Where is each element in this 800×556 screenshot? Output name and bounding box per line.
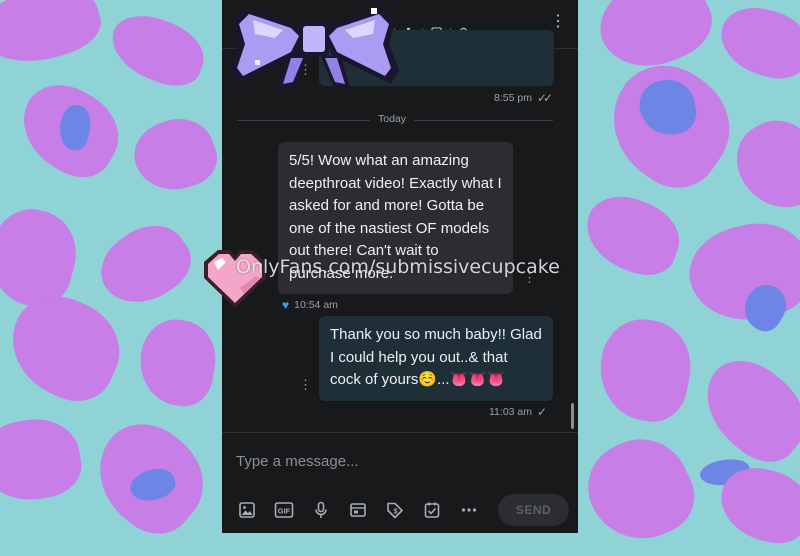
check-icon: ✓ xyxy=(537,405,547,419)
checklist-icon[interactable] xyxy=(421,499,443,521)
composer-toolbar: GIF $ xyxy=(236,499,480,521)
svg-text:$: $ xyxy=(394,509,398,516)
day-divider: Today xyxy=(370,113,415,125)
scrollbar[interactable] xyxy=(571,403,574,429)
svg-text:GIF: GIF xyxy=(278,507,291,516)
vault-icon[interactable] xyxy=(347,499,369,521)
message-timestamp: 11:03 am ✓ xyxy=(489,405,547,419)
message-timestamp: ♥ 10:54 am xyxy=(282,298,338,312)
message-timestamp: 8:55 pm ✓✓ xyxy=(494,91,553,105)
message-bubble-outgoing[interactable]: Thank you so much baby!! Glad I could he… xyxy=(319,316,553,401)
more-icon[interactable] xyxy=(458,499,480,521)
watermark-text: OnlyFans.com/submissivecupcake xyxy=(236,256,560,278)
message-input[interactable] xyxy=(236,449,556,473)
more-vertical-icon[interactable]: ⋮ xyxy=(550,12,566,32)
gif-icon[interactable]: GIF xyxy=(273,499,295,521)
image-icon[interactable] xyxy=(236,499,258,521)
double-check-icon: ✓✓ xyxy=(536,91,553,105)
pixel-bow-sticker xyxy=(229,8,399,90)
message-composer: GIF $ SEND xyxy=(222,432,578,533)
price-tag-icon[interactable]: $ xyxy=(384,499,406,521)
microphone-icon[interactable] xyxy=(310,499,332,521)
liked-heart-icon[interactable]: ♥ xyxy=(282,298,289,312)
message-options-icon[interactable]: ⋮ xyxy=(299,377,312,393)
send-button[interactable]: SEND xyxy=(498,494,569,526)
message-text: Thank you so much baby!! Glad I could he… xyxy=(330,326,542,388)
